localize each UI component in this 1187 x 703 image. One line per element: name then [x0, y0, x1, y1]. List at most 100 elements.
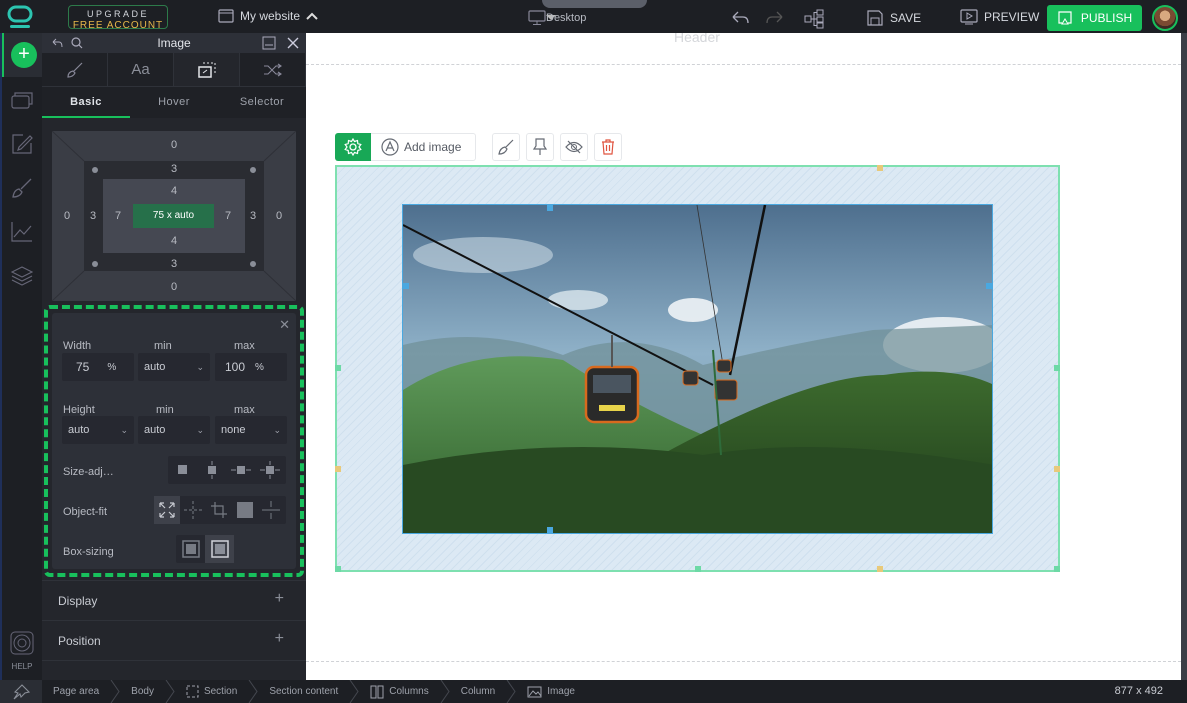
device-selector[interactable]: Desktop	[528, 10, 586, 26]
add-image-button[interactable]: Add image	[371, 133, 477, 161]
resize-handle[interactable]	[1054, 466, 1060, 472]
size-both-icon[interactable]	[255, 456, 284, 484]
max-label: max	[234, 340, 255, 352]
width-min-select[interactable]: auto ⌄	[138, 353, 210, 381]
delete-button[interactable]	[594, 133, 623, 161]
user-avatar[interactable]	[1152, 5, 1178, 31]
fit-none-icon[interactable]	[180, 496, 206, 524]
padding-handle[interactable]	[986, 283, 992, 289]
fit-fill-icon[interactable]	[154, 496, 180, 524]
fit-scale-down-icon[interactable]	[258, 496, 284, 524]
resize-handle[interactable]	[695, 566, 701, 572]
close-icon[interactable]: ✕	[279, 317, 290, 333]
size-fixed-icon[interactable]	[168, 456, 197, 484]
help-icon[interactable]	[10, 631, 34, 655]
crop-icon[interactable]	[206, 496, 232, 524]
margin-bottom[interactable]: 0	[164, 281, 184, 293]
upgrade-button[interactable]: UPGRADE FREE ACCOUNT	[68, 5, 168, 31]
breadcrumb-page-area[interactable]: Page area	[42, 686, 110, 697]
resize-handle[interactable]	[335, 566, 341, 572]
tab-typography[interactable]: Aa	[108, 53, 174, 86]
publish-button[interactable]: PUBLISH	[1047, 5, 1142, 31]
display-section[interactable]: Display +	[42, 580, 306, 620]
width-max-input[interactable]: 100%	[215, 353, 287, 381]
website-selector[interactable]: My website	[218, 9, 318, 23]
width-input[interactable]: 75%	[62, 353, 134, 381]
padding-right[interactable]: 7	[218, 210, 238, 222]
radius-handle[interactable]	[92, 261, 98, 267]
radius-handle[interactable]	[250, 261, 256, 267]
pin-panel-button[interactable]	[0, 680, 42, 703]
tab-hover[interactable]: Hover	[130, 87, 218, 118]
page-canvas[interactable]: Header Add image	[306, 33, 1181, 680]
margin-left[interactable]: 0	[57, 210, 77, 222]
padding-handle[interactable]	[547, 205, 553, 211]
device-panel-toggle[interactable]	[542, 0, 647, 8]
app-logo-icon[interactable]	[6, 5, 34, 31]
add-element-button[interactable]: +	[2, 33, 44, 77]
border-box-icon[interactable]	[205, 535, 234, 563]
size-horizontal-icon[interactable]	[226, 456, 255, 484]
breadcrumb-section-content[interactable]: Section content	[258, 686, 349, 697]
resize-handle[interactable]	[877, 165, 883, 171]
width-max-value: 100	[225, 360, 246, 374]
padding-left[interactable]: 7	[108, 210, 128, 222]
padding-bottom[interactable]: 4	[164, 235, 184, 247]
style-button[interactable]	[492, 133, 521, 161]
brush-icon[interactable]	[11, 177, 33, 199]
breadcrumb-body[interactable]: Body	[120, 686, 165, 697]
height-min-select[interactable]: auto ⌄	[138, 416, 210, 444]
resize-handle[interactable]	[877, 566, 883, 572]
image-element-selection[interactable]	[335, 165, 1060, 572]
height-select[interactable]: auto ⌄	[62, 416, 134, 444]
tab-selector[interactable]: Selector	[218, 87, 306, 118]
section-icon	[186, 685, 199, 698]
padding-top[interactable]: 4	[164, 185, 184, 197]
tab-size[interactable]	[174, 53, 240, 86]
radius-handle[interactable]	[250, 167, 256, 173]
fit-cover-icon[interactable]	[232, 496, 258, 524]
pin-button[interactable]	[526, 133, 555, 161]
height-label: Height	[63, 404, 95, 416]
layers-icon[interactable]	[11, 265, 33, 287]
tab-style[interactable]	[42, 53, 108, 86]
redo-icon[interactable]	[765, 9, 785, 27]
undo-icon[interactable]	[730, 9, 750, 27]
margin-right[interactable]: 0	[269, 210, 289, 222]
size-vertical-icon[interactable]	[197, 456, 226, 484]
border-bottom[interactable]: 3	[164, 258, 184, 270]
height-max-select[interactable]: none ⌄	[215, 416, 287, 444]
preview-button[interactable]: PREVIEW	[960, 9, 1039, 25]
padding-handle[interactable]	[403, 283, 409, 289]
canvas-scrollbar[interactable]	[1181, 33, 1187, 680]
sitemap-icon[interactable]	[804, 9, 824, 29]
breadcrumb-section[interactable]: Section	[175, 685, 248, 698]
resize-handle[interactable]	[1054, 365, 1060, 371]
edit-icon[interactable]	[11, 133, 33, 155]
content-size[interactable]: 75 x auto	[133, 204, 214, 228]
resize-handle[interactable]	[1054, 566, 1060, 572]
analytics-icon[interactable]	[11, 221, 33, 243]
content-box-icon[interactable]	[176, 535, 205, 563]
border-top[interactable]: 3	[164, 163, 184, 175]
pages-icon[interactable]	[11, 89, 33, 111]
minimize-icon[interactable]	[262, 36, 276, 50]
margin-top[interactable]: 0	[164, 139, 184, 151]
breadcrumb-columns[interactable]: Columns	[359, 685, 439, 699]
breadcrumb-image[interactable]: Image	[516, 686, 586, 698]
radius-handle[interactable]	[92, 167, 98, 173]
breadcrumb-column[interactable]: Column	[450, 686, 506, 697]
close-icon[interactable]	[286, 36, 300, 50]
resize-handle[interactable]	[335, 365, 341, 371]
save-button[interactable]: SAVE	[866, 9, 921, 27]
settings-button[interactable]	[335, 133, 371, 161]
resize-handle[interactable]	[335, 466, 341, 472]
hide-button[interactable]	[560, 133, 589, 161]
cable-car-image[interactable]	[402, 204, 993, 534]
border-right[interactable]: 3	[243, 210, 263, 222]
tab-interactions[interactable]	[240, 53, 306, 86]
position-section[interactable]: Position +	[42, 620, 306, 660]
padding-handle[interactable]	[547, 527, 553, 533]
border-left[interactable]: 3	[83, 210, 103, 222]
tab-basic[interactable]: Basic	[42, 87, 130, 118]
